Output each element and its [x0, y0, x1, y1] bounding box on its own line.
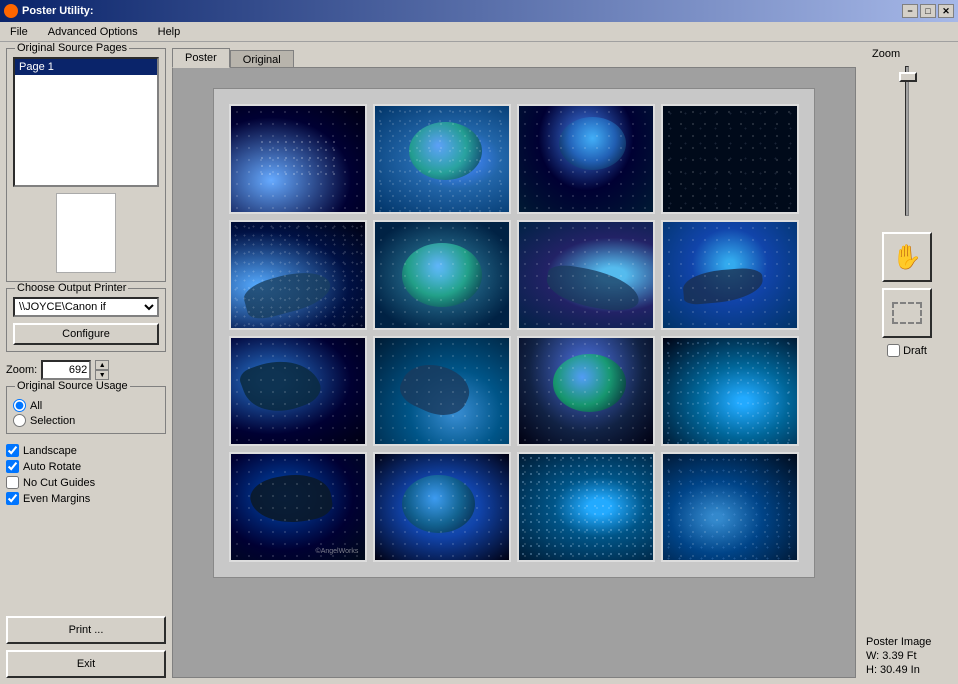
zoom-row: Zoom: ▲ ▼: [6, 360, 166, 380]
minimize-button[interactable]: −: [902, 4, 918, 18]
hand-icon: ✋: [892, 243, 922, 272]
grid-cell-9: [229, 336, 367, 446]
menu-help[interactable]: Help: [152, 24, 187, 40]
window-controls: − □ ✕: [902, 4, 954, 18]
left-panel: Original Source Pages Page 1 Choose Outp…: [6, 48, 166, 678]
print-button[interactable]: Print ...: [6, 616, 166, 644]
cb-even-margins-label: Even Margins: [23, 493, 90, 505]
poster-grid: ©AngelWorks: [229, 104, 799, 562]
action-buttons: Print ... Exit: [6, 616, 166, 678]
poster-image-label: Poster Image: [866, 636, 952, 648]
main-content: Original Source Pages Page 1 Choose Outp…: [0, 42, 958, 684]
poster-width: W: 3.39 Ft: [866, 650, 952, 662]
grid-cell-16: [661, 452, 799, 562]
grid-cell-7: [517, 220, 655, 330]
maximize-button[interactable]: □: [920, 4, 936, 18]
poster-area[interactable]: ©AngelWorks: [172, 67, 856, 678]
cb-even-margins[interactable]: [6, 492, 19, 505]
configure-button[interactable]: Configure: [13, 323, 159, 345]
menu-advanced-options[interactable]: Advanced Options: [42, 24, 144, 40]
selection-icon: [892, 302, 922, 324]
cb-landscape[interactable]: [6, 444, 19, 457]
cb-landscape-label: Landscape: [23, 445, 77, 457]
cb-auto-rotate-item: Auto Rotate: [6, 460, 166, 473]
select-tool-button[interactable]: [882, 288, 932, 338]
zoom-slider-container[interactable]: [897, 66, 917, 226]
radio-all[interactable]: [13, 399, 26, 412]
grid-cell-5: [229, 220, 367, 330]
source-usage-label: Original Source Usage: [15, 380, 130, 392]
zoom-down[interactable]: ▼: [95, 370, 109, 380]
cb-no-cut-guides-label: No Cut Guides: [23, 477, 95, 489]
grid-cell-13: ©AngelWorks: [229, 452, 367, 562]
page-list[interactable]: Page 1: [13, 57, 159, 187]
grid-cell-1: [229, 104, 367, 214]
radio-selection-item: Selection: [13, 414, 159, 427]
zoom-up[interactable]: ▲: [95, 360, 109, 370]
grid-cell-15: [517, 452, 655, 562]
cb-auto-rotate[interactable]: [6, 460, 19, 473]
radio-selection-label: Selection: [30, 415, 75, 427]
draft-label: Draft: [903, 345, 927, 357]
exit-button[interactable]: Exit: [6, 650, 166, 678]
grid-cell-3: [517, 104, 655, 214]
menu-bar: File Advanced Options Help: [0, 22, 958, 42]
poster-grid-container: ©AngelWorks: [213, 88, 815, 578]
grid-cell-6: [373, 220, 511, 330]
zoom-label: Zoom:: [6, 364, 37, 376]
right-panel: Zoom ✋ Draft Poster Image W: 3.39 Ft H: …: [862, 48, 952, 678]
app-icon: [4, 4, 18, 18]
source-pages-group: Original Source Pages Page 1: [6, 48, 166, 282]
cb-even-margins-item: Even Margins: [6, 492, 166, 505]
draft-row: Draft: [887, 344, 927, 357]
radio-group: All Selection: [13, 395, 159, 427]
tab-poster[interactable]: Poster: [172, 48, 230, 68]
zoom-slider-track[interactable]: [905, 66, 909, 216]
grid-cell-2: [373, 104, 511, 214]
page-thumbnail: [56, 193, 116, 273]
printer-select-row: \\JOYCE\Canon if: [13, 297, 159, 317]
cb-landscape-item: Landscape: [6, 444, 166, 457]
cb-no-cut-guides-item: No Cut Guides: [6, 476, 166, 489]
cb-auto-rotate-label: Auto Rotate: [23, 461, 81, 473]
radio-all-label: All: [30, 400, 42, 412]
grid-cell-10: [373, 336, 511, 446]
zoom-input[interactable]: [41, 360, 91, 380]
grid-cell-14: [373, 452, 511, 562]
grid-cell-11: [517, 336, 655, 446]
close-button[interactable]: ✕: [938, 4, 954, 18]
draft-checkbox[interactable]: [887, 344, 900, 357]
grid-cell-12: [661, 336, 799, 446]
options-checkboxes: Landscape Auto Rotate No Cut Guides Even…: [6, 444, 166, 505]
printer-dropdown[interactable]: \\JOYCE\Canon if: [13, 297, 159, 317]
radio-selection[interactable]: [13, 414, 26, 427]
tab-bar: Poster Original: [172, 48, 856, 68]
poster-info: Poster Image W: 3.39 Ft H: 30.49 In: [862, 634, 952, 678]
center-panel: Poster Original: [172, 48, 856, 678]
hand-tool-button[interactable]: ✋: [882, 232, 932, 282]
printer-group: Choose Output Printer \\JOYCE\Canon if C…: [6, 288, 166, 352]
grid-cell-8: [661, 220, 799, 330]
cb-no-cut-guides[interactable]: [6, 476, 19, 489]
radio-all-item: All: [13, 399, 159, 412]
printer-group-label: Choose Output Printer: [15, 282, 128, 294]
zoom-spinner: ▲ ▼: [95, 360, 109, 380]
menu-file[interactable]: File: [4, 24, 34, 40]
zoom-slider-thumb[interactable]: [899, 72, 917, 82]
title-bar: Poster Utility: − □ ✕: [0, 0, 958, 22]
zoom-right-label: Zoom: [872, 48, 900, 60]
source-usage-group: Original Source Usage All Selection: [6, 386, 166, 434]
poster-height: H: 30.49 In: [866, 664, 952, 676]
source-pages-label: Original Source Pages: [15, 42, 129, 54]
page-list-item[interactable]: Page 1: [15, 59, 157, 75]
grid-cell-4: [661, 104, 799, 214]
window-title: Poster Utility:: [22, 5, 94, 17]
